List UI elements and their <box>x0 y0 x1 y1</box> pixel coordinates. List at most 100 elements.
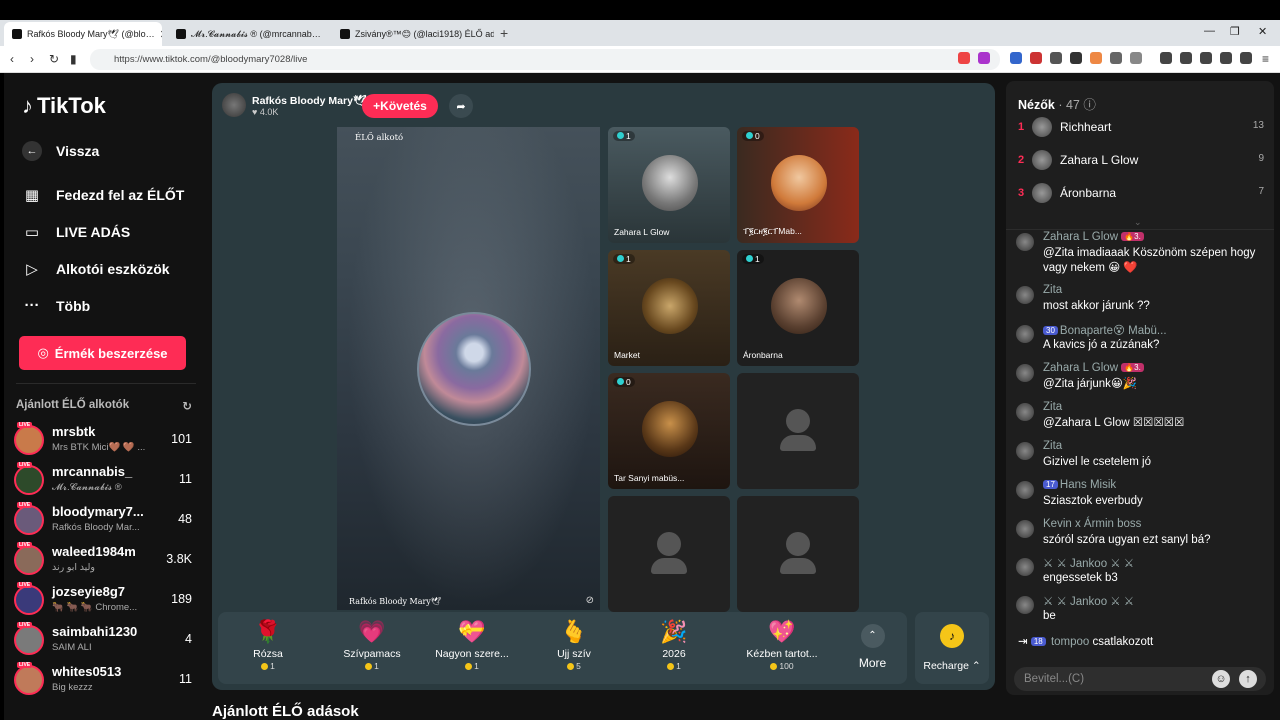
browser-tab-2[interactable]: 𝓜𝓻.𝓒𝓪𝓷𝓷𝓪𝓫𝓲𝓼 ® (@mrcannab… <box>168 22 330 46</box>
tiktok-logo[interactable]: ♪ TikTok <box>22 93 106 119</box>
top-viewer-row[interactable]: 1 Richheart 13 <box>1018 117 1264 139</box>
creator-name: saimbahi1230 <box>52 624 138 639</box>
creator-tools-icon: ▷ <box>26 261 38 278</box>
menu-icon[interactable]: ≡ <box>1262 52 1269 66</box>
creator-item[interactable]: LIVE mrsbtk Mrs BTK Mici🤎 🤎 ... 101 <box>14 422 194 458</box>
camera-icon: ▭ <box>24 224 40 241</box>
reload-icon[interactable]: ↻ <box>49 52 59 66</box>
host-info[interactable]: Rafkós Bloody Mary🕊 ♥ 4.0K <box>222 92 366 118</box>
back-arrow-icon[interactable]: ‹ <box>10 52 14 66</box>
avatar[interactable] <box>1016 520 1034 538</box>
extension-icon[interactable] <box>1130 52 1142 64</box>
chat-user[interactable]: Zita <box>1043 401 1062 413</box>
avatar[interactable] <box>1016 364 1034 382</box>
bookmark-icon[interactable]: ▮ <box>70 52 77 66</box>
menu-creator-tools[interactable]: ▷ Alkotói eszközök <box>22 260 169 278</box>
guest-seat-4[interactable]: 1 Áronbarna <box>737 250 859 366</box>
avatar[interactable] <box>1016 233 1034 251</box>
join-user[interactable]: tompoo <box>1051 636 1089 648</box>
ai-icon[interactable] <box>1220 52 1232 64</box>
chat-user[interactable]: Hans Misik <box>1060 479 1116 491</box>
chat-user[interactable]: Bonaparte😵 Mabü... <box>1060 325 1167 337</box>
top-viewer-row[interactable]: 2 Zahara L Glow 9 <box>1018 150 1264 172</box>
gift-item[interactable]: 💖 Kézben tartot... 100 <box>732 618 832 671</box>
chat-user[interactable]: Zita <box>1043 284 1062 296</box>
creator-item[interactable]: LIVE whites0513 Big kezzz 11 <box>14 662 194 698</box>
minimize-icon[interactable]: — <box>1204 25 1215 37</box>
creator-item[interactable]: LIVE jozseyie8g7 🐂 🐂 🐂 Chrome... 189 <box>14 582 194 618</box>
gift-item[interactable]: 💗 Szívpamacs 1 <box>322 618 422 671</box>
forward-arrow-icon[interactable]: › <box>30 52 34 66</box>
sidebar-icon[interactable] <box>1180 52 1192 64</box>
host-avatar[interactable] <box>222 93 246 117</box>
chat-user[interactable]: Zita <box>1043 440 1062 452</box>
extension-icon[interactable] <box>1090 52 1102 64</box>
chat-user[interactable]: Kevin x Ármin boss <box>1043 518 1141 530</box>
send-icon[interactable]: ↑ <box>1239 670 1257 688</box>
emoji-icon[interactable]: ☺ <box>1212 670 1230 688</box>
vpn-icon[interactable] <box>1240 52 1252 64</box>
chat-user[interactable]: ⚔ ⚔ Jankoo ⚔ ⚔ <box>1043 558 1134 570</box>
creator-item[interactable]: LIVE mrcannabis_ 𝓜𝓻.𝓒𝓪𝓷𝓷𝓪𝓫𝓲𝓼 ® 11 <box>14 462 194 498</box>
brave-shield-icon[interactable] <box>958 52 970 64</box>
avatar[interactable] <box>1016 481 1034 499</box>
address-bar[interactable]: https://www.tiktok.com/@bloodymary7028/l… <box>90 49 1000 70</box>
menu-go-live[interactable]: ▭ LIVE ADÁS <box>22 223 130 241</box>
avatar[interactable] <box>1016 403 1034 421</box>
avatar[interactable] <box>1016 325 1034 343</box>
avatar[interactable] <box>1016 558 1034 576</box>
gift-item[interactable]: 🎉 2026 1 <box>624 618 724 671</box>
extension-icon[interactable] <box>1070 52 1082 64</box>
empty-seat[interactable] <box>608 496 730 612</box>
follow-button[interactable]: + Követés <box>362 94 438 118</box>
translate-icon[interactable] <box>1010 52 1022 64</box>
extension-icon[interactable] <box>1030 52 1042 64</box>
creator-item[interactable]: LIVE saimbahi1230 SAIM ALI 4 <box>14 622 194 658</box>
new-tab-icon[interactable]: + <box>500 25 508 41</box>
avatar[interactable] <box>1016 442 1034 460</box>
close-window-icon[interactable]: ✕ <box>1258 25 1267 38</box>
guest-name: Zahara L Glow <box>614 227 670 237</box>
close-tab-icon[interactable]: ✕ <box>160 28 162 41</box>
guest-seat-2[interactable]: 0 ፐ፪ርዘ፪ርፐMab... <box>737 127 859 243</box>
rewards-icon[interactable] <box>978 52 990 64</box>
avatar <box>14 625 44 655</box>
get-coins-button[interactable]: ◎ Érmék beszerzése <box>19 336 186 370</box>
back-button[interactable]: ← Vissza <box>22 141 99 161</box>
chat-user[interactable]: ⚔ ⚔ Jankoo ⚔ ⚔ <box>1043 596 1134 608</box>
menu-more[interactable]: ··· Több <box>22 297 91 314</box>
main-video[interactable]: ÉLŐ alkotó Rafkós Bloody Mary🕊 ⊘ <box>337 127 600 610</box>
creator-item[interactable]: LIVE bloodymary7... Rafkós Bloody Mar... 48 <box>14 502 194 538</box>
guest-seat-1[interactable]: 1 Zahara L Glow <box>608 127 730 243</box>
expand-chevron-icon[interactable]: ⌄ <box>1134 217 1142 228</box>
gift-item[interactable]: 🫰 Ujj szív 5 <box>524 618 624 671</box>
chat-user[interactable]: Zahara L Glow <box>1043 231 1118 243</box>
gift-item[interactable]: 💝 Nagyon szere... 1 <box>422 618 522 671</box>
browser-tab-3[interactable]: Zsivány®™😊 (@laci1918) ÉLŐ adás… <box>332 22 494 46</box>
creator-item[interactable]: LIVE waleed1984m وليد ابو رند 3.8K <box>14 542 194 578</box>
share-button[interactable]: ➦ <box>449 94 473 118</box>
empty-seat[interactable] <box>737 373 859 489</box>
refresh-icon[interactable]: ↻ <box>182 399 192 413</box>
person-placeholder-body <box>651 558 687 574</box>
empty-seat[interactable] <box>737 496 859 612</box>
wallet-icon[interactable] <box>1200 52 1212 64</box>
avatar[interactable] <box>1016 286 1034 304</box>
restore-icon[interactable]: ❐ <box>1230 25 1240 38</box>
avatar <box>1032 117 1052 137</box>
gift-item[interactable]: 🌹 Rózsa 1 <box>218 618 318 671</box>
more-gifts-button[interactable]: ⌃ More <box>850 624 895 670</box>
menu-explore-live[interactable]: ▦ Fedezd fel az ÉLŐT <box>22 186 184 204</box>
recharge-button[interactable]: ♪ Recharge ⌃ <box>915 612 989 684</box>
host-name[interactable]: Rafkós Bloody Mary🕊 <box>252 94 366 107</box>
guest-seat-3[interactable]: 1 Market <box>608 250 730 366</box>
puzzle-icon[interactable] <box>1110 52 1122 64</box>
gift-name: Kézben tartot... <box>746 648 818 660</box>
avatar[interactable] <box>1016 596 1034 614</box>
top-viewer-row[interactable]: 3 Áronbarna 7 <box>1018 183 1264 205</box>
guest-seat-5[interactable]: 0 Tar Sanyi mabüs... <box>608 373 730 489</box>
chat-user[interactable]: Zahara L Glow <box>1043 362 1118 374</box>
extension-icon[interactable] <box>1050 52 1062 64</box>
browser-tab-1[interactable]: Rafkós Bloody Mary🕊 (@blo… ✕ <box>4 22 162 46</box>
music-icon[interactable] <box>1160 52 1172 64</box>
